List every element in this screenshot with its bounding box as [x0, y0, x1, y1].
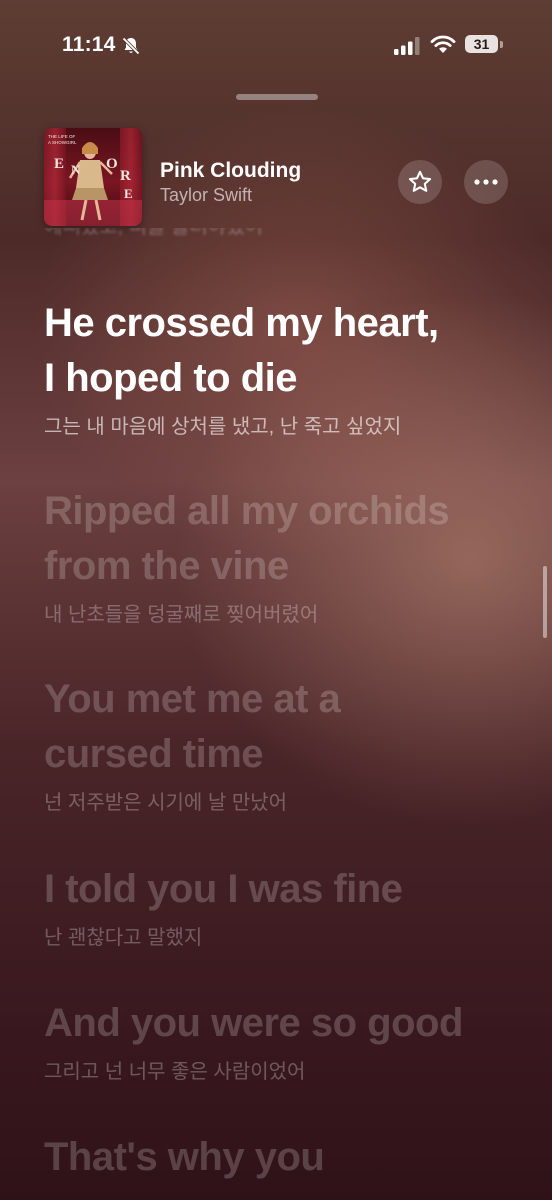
star-icon — [408, 170, 432, 192]
lyric-text-line: He crossed my heart, — [44, 301, 439, 345]
lyric-translation: 넌 저주받은 시기에 날 만났어 — [44, 792, 288, 814]
lyric-translation: 그는 내 마음에 상처를 냈고, 난 죽고 싶었지 — [44, 416, 402, 438]
cellular-signal-icon — [394, 37, 420, 55]
album-art-image: E N O R E THE LIFE OF A SHOWGIRL — [44, 128, 142, 226]
sheet-grabber[interactable] — [236, 94, 318, 100]
lyric-text-line: You met me at a — [44, 677, 341, 721]
status-bar: 11:14 31 — [0, 0, 552, 90]
album-art[interactable]: E N O R E THE LIFE OF A SHOWGIRL — [44, 128, 142, 226]
battery-cap — [500, 41, 503, 48]
lyric-line[interactable]: I told you I was fine 난 괜찮다고 말했지 — [44, 862, 514, 953]
ellipsis-icon — [474, 179, 498, 185]
lyric-line[interactable]: That's why you — [44, 1130, 514, 1185]
lyric-translation: 난 괜찮다고 말했지 — [44, 927, 203, 949]
lyric-text-line: I hoped to die — [44, 356, 297, 400]
lyric-line-active[interactable]: He crossed my heart, I hoped to die 그는 내… — [44, 296, 514, 442]
lyric-line[interactable]: Ripped all my orchids from the vine 내 난초… — [44, 484, 514, 630]
more-options-button[interactable] — [464, 160, 508, 204]
lyric-text-line: from the vine — [44, 544, 289, 588]
status-time: 11:14 — [62, 33, 116, 56]
bell-slash-icon — [122, 37, 140, 55]
lyric-line[interactable]: You met me at a cursed time 넌 저주받은 시기에 날… — [44, 672, 514, 818]
svg-text:E: E — [124, 186, 133, 201]
battery-icon: 31 — [465, 35, 498, 53]
scroll-indicator[interactable] — [543, 566, 547, 638]
lyric-text-line: I told you I was fine — [44, 867, 403, 911]
lyric-translation: 내 난초들을 덩굴째로 찢어버렸어 — [44, 604, 319, 626]
favorite-button[interactable] — [398, 160, 442, 204]
svg-text:THE LIFE OF: THE LIFE OF — [48, 134, 76, 139]
track-title[interactable]: Pink Clouding — [160, 159, 301, 183]
track-artist[interactable]: Taylor Swift — [160, 185, 252, 206]
lyric-line[interactable]: And you were so good 그리고 넌 너무 좋은 사람이었어 — [44, 996, 514, 1087]
svg-text:R: R — [120, 168, 131, 184]
svg-text:N: N — [71, 162, 81, 177]
svg-text:A SHOWGIRL: A SHOWGIRL — [48, 140, 77, 145]
lyric-text-line: Ripped all my orchids — [44, 489, 450, 533]
svg-text:O: O — [106, 156, 118, 172]
previous-lyric-translation: 예뻐었고, 피를 흘려야했어 — [44, 228, 263, 240]
wifi-icon — [430, 35, 456, 53]
lyric-text-line: And you were so good — [44, 1001, 463, 1045]
svg-text:E: E — [54, 156, 64, 172]
lyrics-scroll-area[interactable]: 예뻐었고, 피를 흘려야했어 He crossed my heart, I ho… — [0, 228, 552, 1200]
lyric-translation: 그리고 넌 너무 좋은 사람이었어 — [44, 1061, 306, 1083]
lyric-text-line: That's why you — [44, 1135, 325, 1179]
lyric-text-line: cursed time — [44, 732, 264, 776]
